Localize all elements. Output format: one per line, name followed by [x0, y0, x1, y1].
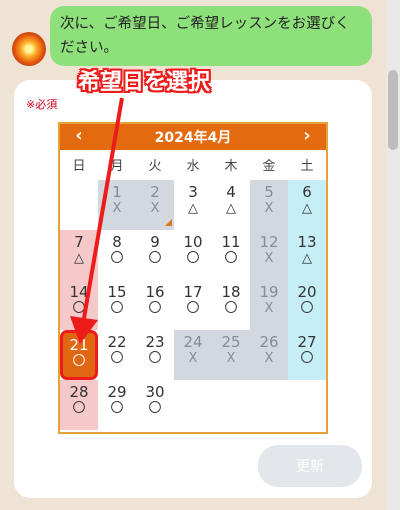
annotation-arrow-icon [70, 97, 124, 344]
